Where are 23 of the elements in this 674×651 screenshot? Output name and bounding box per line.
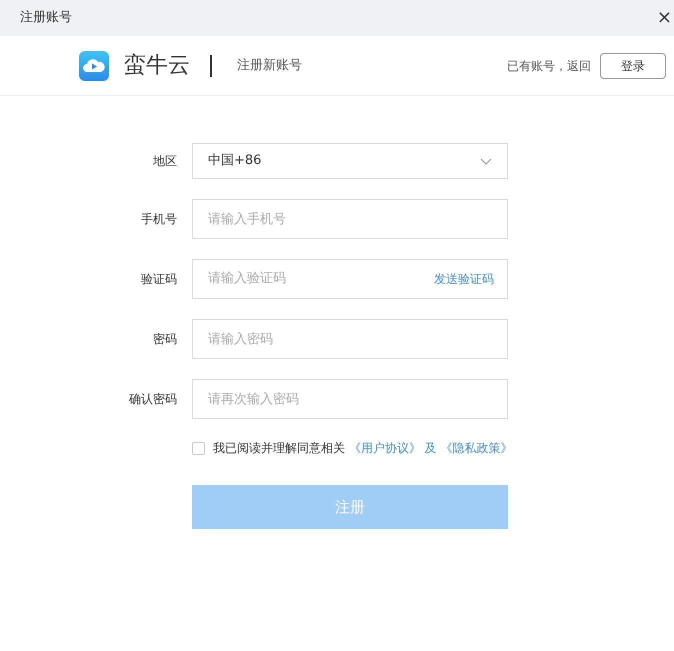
input-field[interactable]: 请输入手机号 [192, 199, 508, 239]
chevron-down-icon [480, 158, 492, 164]
field-label: 验证码 [140, 271, 177, 288]
region-select[interactable]: 中国+86 [192, 143, 508, 179]
field-label: 地区 [152, 153, 177, 170]
input-field[interactable]: 请输入密码 [192, 319, 508, 359]
field-label: 密码 [152, 331, 177, 348]
brand-name: 蛮牛云 [124, 52, 190, 80]
window-title: 注册账号 [20, 9, 72, 28]
login-button[interactable]: 登录 [600, 52, 666, 78]
send-code-link[interactable]: 发送验证码 [434, 270, 494, 288]
agreement-checkbox[interactable] [192, 442, 205, 454]
cloud-play-icon [79, 50, 109, 80]
agreement-text: 我已阅读并理解同意相关 《用户协议》 及 《隐私政策》 [213, 440, 512, 457]
page-subtitle: 注册新账号 [237, 56, 302, 75]
code-field[interactable]: 请输入验证码 发送验证码 [192, 259, 508, 299]
field-label: 手机号 [140, 211, 177, 228]
login-prompt: 已有账号，返回 [507, 58, 591, 74]
field-label: 确认密码 [128, 391, 177, 408]
user-agreement-link[interactable]: 《用户协议》 [348, 441, 421, 455]
input-field[interactable]: 请再次输入密码 [192, 379, 508, 419]
privacy-policy-link[interactable]: 《隐私政策》 [440, 441, 512, 455]
close-button[interactable]: × [656, 9, 672, 27]
